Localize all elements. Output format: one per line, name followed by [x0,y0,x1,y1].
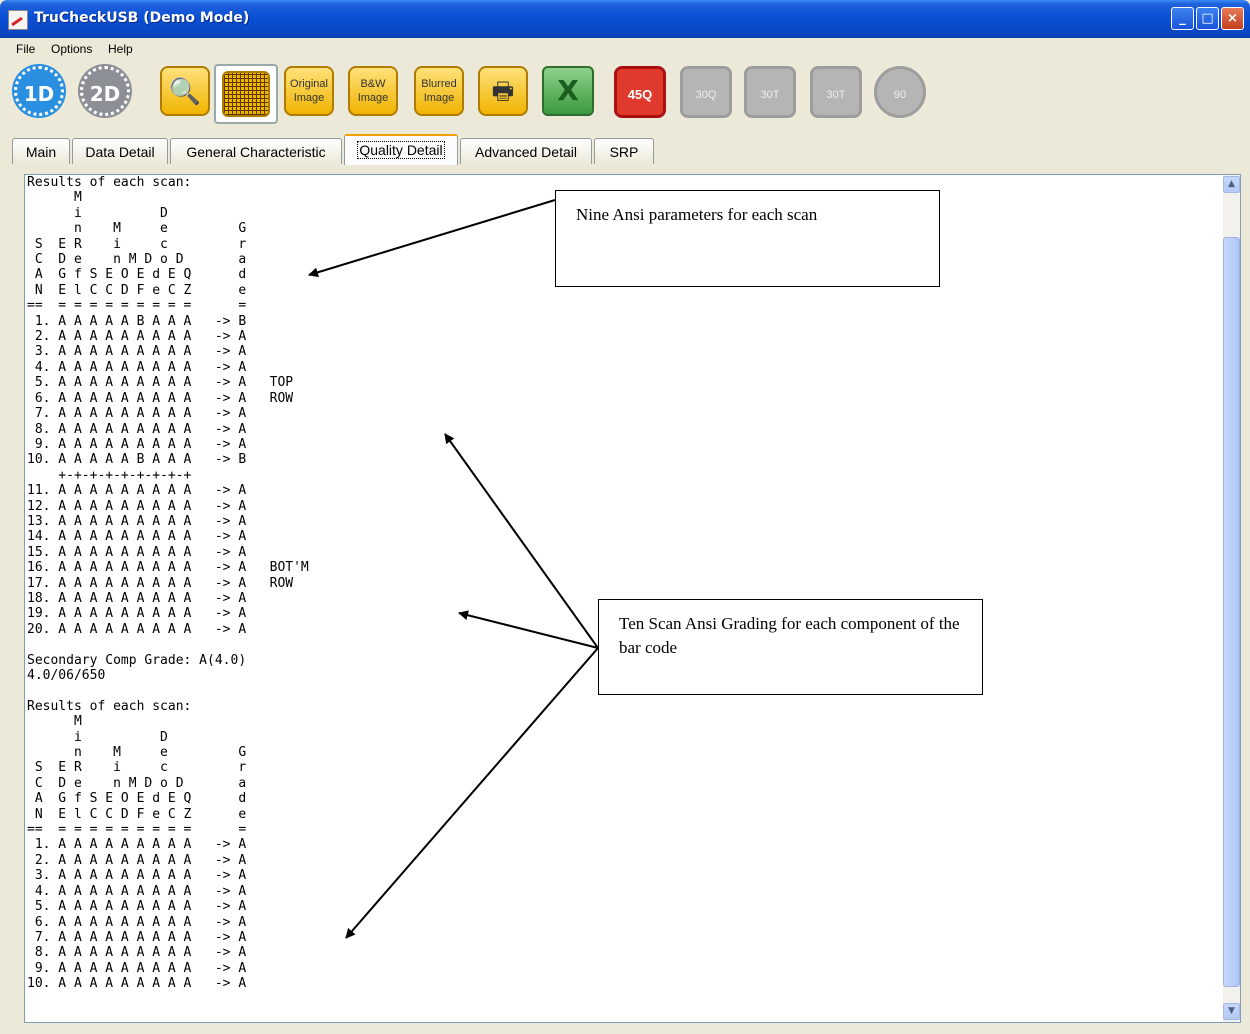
excel-icon: X [557,74,579,107]
blurred-image-button[interactable]: Blurred Image [414,66,464,116]
scroll-down-button[interactable]: ▼ [1223,1003,1240,1020]
magnifier-icon: 🔍 [168,76,202,106]
original-image-button[interactable]: Original Image [284,66,334,116]
rotation-90-button[interactable]: 90 [874,66,926,118]
toolbar: 1D 2D 🔍 Original Image B&W Image Blurred… [0,60,1250,132]
tab-main[interactable]: Main [12,138,70,164]
export-excel-button[interactable]: X [542,66,594,116]
app-icon [8,10,28,30]
grid-view-button[interactable] [214,64,278,124]
close-button[interactable]: × [1221,7,1244,30]
rotation-30t-button[interactable]: 30T [744,66,796,118]
menu-file[interactable]: File [16,42,35,56]
callout-ten-scan-grading: Ten Scan Ansi Grading for each component… [598,599,983,695]
maximize-button[interactable]: □ [1196,7,1219,30]
tab-general-characteristic[interactable]: General Characteristic [170,138,342,164]
minimize-button[interactable]: _ [1171,7,1194,30]
callout-nine-parameters: Nine Ansi parameters for each scan [555,190,940,287]
tab-quality-detail[interactable]: Quality Detail [344,134,458,165]
symbology-1d-button[interactable]: 1D [14,66,64,116]
chevron-down-icon: ▼ [1228,1006,1235,1016]
scroll-thumb[interactable] [1223,237,1240,987]
menu-options[interactable]: Options [51,42,92,56]
scroll-up-button[interactable]: ▲ [1223,176,1240,193]
vertical-scrollbar[interactable]: ▲ ▼ [1223,175,1240,1022]
scan-results-text: Results of each scan: M i D n M e G S E … [27,175,309,992]
tab-quality-detail-label: Quality Detail [357,141,445,159]
tab-srp[interactable]: SRP [594,138,654,164]
print-button[interactable]: 🖶 [478,66,528,116]
menu-bar: File Options Help [0,38,1250,60]
chevron-up-icon: ▲ [1228,179,1235,189]
rotation-30t-alt-button[interactable]: 30T [810,66,862,118]
bw-image-button[interactable]: B&W Image [348,66,398,116]
tab-data-detail[interactable]: Data Detail [72,138,168,164]
tab-advanced-detail[interactable]: Advanced Detail [460,138,592,164]
printer-icon: 🖶 [491,78,515,105]
menu-help[interactable]: Help [108,42,133,56]
grid-icon [222,71,270,117]
rotation-45q-button[interactable]: 45Q [614,66,666,118]
tab-strip: Main Data Detail General Characteristic … [0,132,1250,168]
rotation-30q-button[interactable]: 30Q [680,66,732,118]
symbology-2d-button[interactable]: 2D [80,66,130,116]
window-title: TruCheckUSB (Demo Mode) [34,10,250,26]
title-bar[interactable]: TruCheckUSB (Demo Mode) _ □ × [0,0,1250,38]
zoom-button[interactable]: 🔍 [160,66,210,116]
